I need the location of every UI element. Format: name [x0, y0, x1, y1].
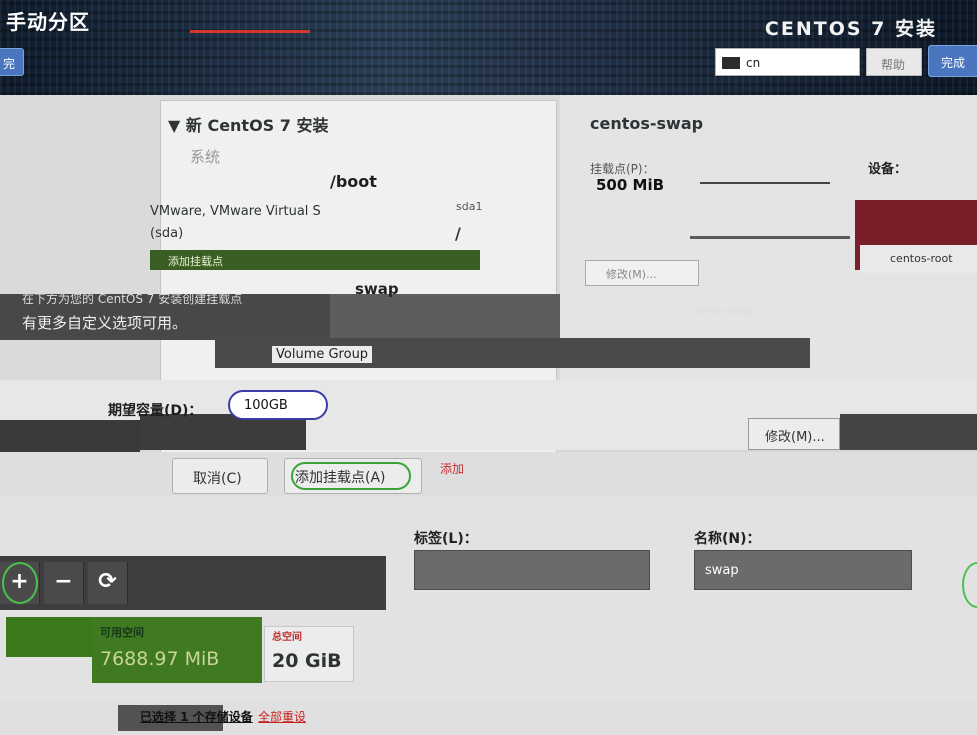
root-mount-label[interactable]: / [455, 224, 461, 243]
boot-mount-label: /boot [330, 172, 377, 191]
annotation-note: 添加 [440, 462, 465, 476]
add-partition-highlight [2, 562, 38, 604]
header-accent-line [190, 30, 310, 33]
help-button[interactable]: 帮助 [866, 48, 922, 76]
remove-partition-button[interactable]: − [44, 562, 84, 604]
capacity-value: 500 MiB [596, 176, 665, 194]
modify-device-button[interactable]: 修改(M)... [585, 260, 699, 286]
system-group-label: 系统 [190, 148, 221, 166]
available-space-label: 可用空间 [100, 626, 144, 639]
reset-all-link[interactable]: 全部重设 [258, 708, 306, 725]
page-title: 手动分区 [6, 10, 90, 34]
volume-group-name: centos-root [860, 245, 977, 273]
disk-device-short: sda1 [456, 200, 483, 213]
label-field-label: 标签(L)： [414, 531, 478, 547]
total-space-label: 总空间 [272, 632, 302, 643]
refresh-icon[interactable]: ⟳ [88, 562, 128, 604]
desired-capacity-label: 期望容量(D)： [108, 403, 203, 419]
header-band: 手动分区 CENTOS 7 安装 完 cn 帮助 完成 [0, 0, 977, 95]
device-field-line [700, 182, 830, 184]
add-mount-point-button[interactable]: 添加挂载点(A) [284, 458, 422, 494]
capacity-field-line [690, 236, 850, 239]
selected-storage-link[interactable]: 已选择 1 个存储设备 [140, 708, 253, 725]
add-mount-hint: 添加挂载点 [150, 250, 480, 270]
available-space-value: 7688.97 MiB [100, 648, 220, 670]
device-label: 设备： [868, 162, 908, 177]
desired-capacity-input[interactable]: 100GB [228, 390, 328, 420]
keyboard-layout-label: cn [746, 56, 761, 70]
dialog-shadow-left [0, 420, 140, 454]
available-space-bar [6, 617, 92, 657]
keyboard-layout-indicator[interactable]: cn [715, 48, 860, 76]
cancel-button[interactable]: 取消(C) [172, 458, 268, 494]
swap-mount-label[interactable]: swap [355, 280, 399, 298]
installer-title: CENTOS 7 安装 [764, 18, 937, 40]
label-input[interactable] [414, 550, 650, 590]
dialog-button-row [0, 452, 977, 496]
name-input[interactable]: swap [694, 550, 912, 590]
total-space-value: 20 GiB [272, 650, 342, 672]
hint-line-2: 有更多自定义选项可用。 [22, 314, 188, 332]
hint-line-1: 在下方为您的 CentOS 7 安装创建挂载点 [22, 292, 243, 306]
volume-group-device: centos-swap [690, 306, 753, 317]
modify-button[interactable]: 修改(M)... [748, 418, 840, 450]
keyboard-icon [722, 57, 740, 69]
boot-partition-row[interactable]: /boot [160, 168, 557, 194]
dialog-shadow-right [840, 414, 977, 450]
install-group-heading[interactable]: ▼ 新 CentOS 7 安装 [168, 112, 328, 136]
mount-point-label: 挂载点(P)： [590, 162, 655, 176]
highlight-ring [291, 462, 411, 490]
done-button[interactable]: 完成 [928, 45, 977, 77]
done-button-left[interactable]: 完 [0, 48, 24, 76]
volume-group-label: Volume Group [272, 346, 373, 363]
name-field-label: 名称(N)： [694, 531, 761, 547]
disk-name: VMware, VMware Virtual S [150, 204, 321, 219]
selected-device-title: centos-swap [590, 114, 704, 133]
disk-id: (sda) [150, 226, 184, 241]
